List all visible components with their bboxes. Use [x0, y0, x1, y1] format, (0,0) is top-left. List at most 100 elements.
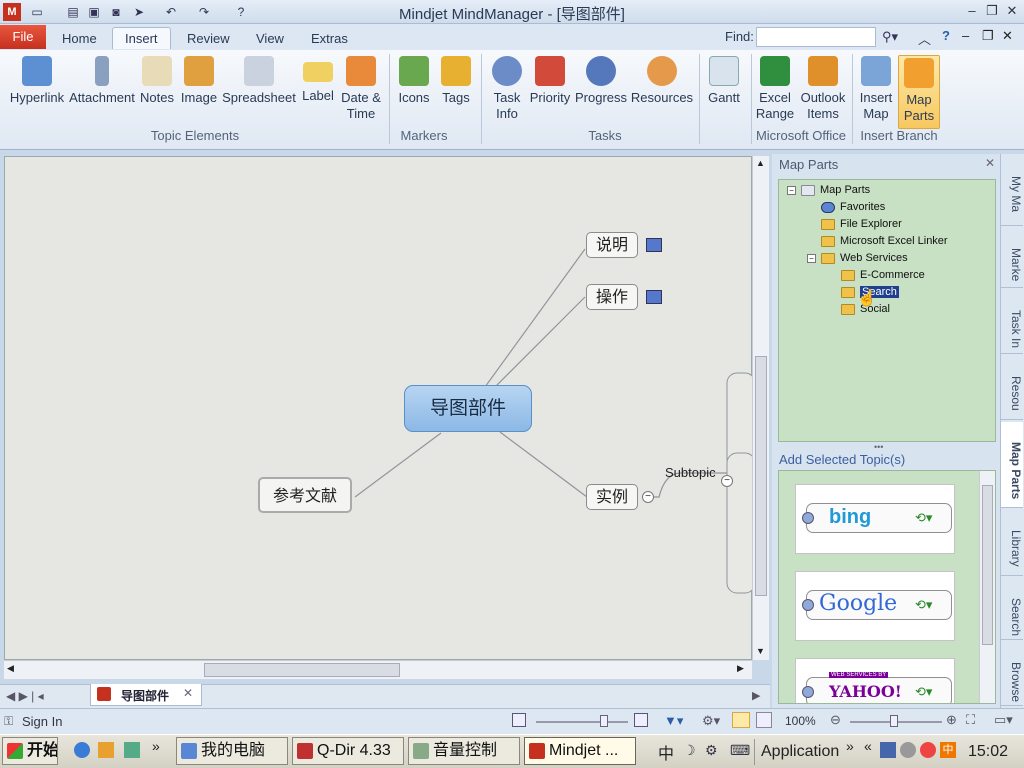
sheet-tab-daotu[interactable]: 导图部件 ✕	[90, 684, 202, 706]
note-icon[interactable]	[646, 238, 662, 252]
dock-tab-search[interactable]: Search	[1001, 578, 1023, 640]
tray-icon[interactable]	[900, 742, 916, 758]
icons-button[interactable]: Icons	[394, 54, 434, 132]
scroll-up-icon[interactable]: ▲	[756, 158, 765, 168]
progress-button[interactable]: Progress	[573, 54, 629, 132]
topic-shili[interactable]: 实例	[586, 484, 638, 510]
excel-range-button[interactable]: Excel Range	[754, 54, 796, 132]
quicklaunch-icon[interactable]	[124, 742, 140, 758]
tab-file[interactable]: File	[0, 25, 46, 49]
ime-tools-icon[interactable]: ⚙	[705, 742, 718, 759]
quicklaunch-icon[interactable]	[98, 742, 114, 758]
canvas-horizontal-scrollbar[interactable]: ◀ ▶	[4, 660, 752, 679]
spreadsheet-button[interactable]: Spreadsheet	[221, 54, 297, 132]
more-icon[interactable]: »	[152, 738, 160, 754]
canvas-vertical-scrollbar[interactable]: ▲ ▼	[752, 156, 769, 660]
dock-tab-library[interactable]: Library	[1001, 510, 1023, 576]
tree-item-web-services[interactable]: − Web Services	[807, 250, 908, 267]
ime-moon-icon[interactable]: ☽	[683, 742, 696, 759]
find-options-icon[interactable]: ⚲▾	[882, 29, 898, 45]
part-card-bing[interactable]: bing ⟲▾	[795, 484, 955, 554]
toolbar-more-icon[interactable]: »	[846, 738, 854, 754]
tab-view[interactable]: View	[244, 28, 296, 50]
sheet-nav-right-icon[interactable]: ▶	[752, 689, 760, 702]
part-card-google[interactable]: Google ⟲▾	[795, 571, 955, 641]
vertical-scroll-thumb[interactable]	[755, 356, 767, 596]
part-card-yahoo[interactable]: WEB SERVICES BY YAHOO! ⟲▾	[795, 658, 955, 703]
ime-tray-icon[interactable]: 中	[940, 742, 956, 758]
label-button[interactable]: Label	[298, 54, 338, 132]
notes-button[interactable]: Notes	[138, 54, 176, 132]
doc-minimize-icon[interactable]: –	[962, 28, 969, 43]
outline-view-icon[interactable]	[756, 712, 772, 728]
dock-tab-browser[interactable]: Browse	[1001, 642, 1023, 706]
dock-tab-resources[interactable]: Resou	[1001, 356, 1023, 420]
close-panel-icon[interactable]: ✕	[985, 156, 995, 170]
find-input[interactable]	[756, 27, 876, 47]
tab-home[interactable]: Home	[50, 28, 109, 50]
topic-cankao-wenxian[interactable]: 参考文献	[258, 477, 352, 513]
resources-button[interactable]: Resources	[630, 54, 694, 132]
map-parts-button[interactable]: Map Parts	[898, 55, 940, 129]
application-toolbar[interactable]: Application	[754, 739, 839, 765]
parts-gallery[interactable]: bing ⟲▾ Google ⟲▾ WEB SERVICES BY YAHOO!…	[778, 470, 996, 704]
insert-map-button[interactable]: Insert Map	[856, 54, 896, 132]
keyboard-icon[interactable]: ⌨	[730, 742, 750, 759]
taskbar-item-qdir[interactable]: Q-Dir 4.33	[292, 737, 404, 765]
subtopic-label[interactable]: Subtopic	[665, 465, 716, 480]
network-icon[interactable]	[880, 742, 896, 758]
layout-icon[interactable]: ⚙▾	[702, 713, 720, 729]
splitter-grip[interactable]: •••	[874, 442, 883, 452]
help-round-icon[interactable]: ?	[942, 28, 950, 43]
hyperlink-button[interactable]: Hyperlink	[8, 54, 66, 132]
tray-expand-icon[interactable]: «	[864, 738, 872, 754]
tree-item-file-explorer[interactable]: File Explorer	[821, 216, 902, 233]
tray-icon[interactable]	[920, 742, 936, 758]
close-sheet-icon[interactable]: ✕	[183, 686, 193, 700]
scroll-right-icon[interactable]: ▶	[737, 663, 744, 674]
tab-extras[interactable]: Extras	[299, 28, 360, 50]
taskbar-item-volume[interactable]: 音量控制	[408, 737, 520, 765]
note-icon[interactable]	[646, 290, 662, 304]
doc-close-icon[interactable]: ✕	[1002, 28, 1013, 44]
add-selected-topics-link[interactable]: Add Selected Topic(s)	[779, 452, 905, 467]
collapse-icon[interactable]: −	[807, 253, 816, 263]
tab-insert[interactable]: Insert	[112, 27, 171, 49]
dock-tab-my-maps[interactable]: My Ma	[1001, 156, 1023, 226]
expand-icon[interactable]	[634, 713, 648, 727]
collapse-icon[interactable]: −	[787, 185, 796, 195]
date-time-button[interactable]: Date & Time	[339, 54, 383, 132]
map-view-icon[interactable]	[732, 712, 750, 728]
restore-icon[interactable]: ❐	[982, 3, 1002, 19]
map-parts-tree[interactable]: − Map Parts Favorites File Explorer Micro…	[778, 179, 996, 442]
sheet-nav-icons[interactable]: ◀ ▶ | ◂	[6, 689, 44, 703]
topic-shuoming[interactable]: 说明	[586, 232, 638, 258]
close-icon[interactable]: ✕	[1002, 3, 1022, 19]
filter-icon[interactable]: ▼▾	[664, 713, 683, 729]
refresh-icon[interactable]: ⟲▾	[915, 510, 932, 526]
tags-button[interactable]: Tags	[436, 54, 476, 132]
outlook-items-button[interactable]: Outlook Items	[797, 54, 849, 132]
topic-caozuo[interactable]: 操作	[586, 284, 638, 310]
parts-scroll-thumb[interactable]	[982, 485, 993, 645]
scroll-down-icon[interactable]: ▼	[756, 646, 765, 656]
dock-tab-markers[interactable]: Marke	[1001, 228, 1023, 288]
tree-item-e-commerce[interactable]: E-Commerce	[841, 267, 925, 284]
minimize-icon[interactable]: –	[962, 3, 982, 19]
priority-button[interactable]: Priority	[528, 54, 572, 132]
ime-language[interactable]: 中	[658, 740, 674, 764]
taskbar-item-my-computer[interactable]: 我的电脑	[176, 737, 288, 765]
scroll-left-icon[interactable]: ◀	[7, 663, 14, 674]
gantt-button[interactable]: Gantt	[702, 54, 746, 132]
fit-screen-icon[interactable]: ⛶	[966, 712, 975, 728]
horizontal-scroll-thumb[interactable]	[204, 663, 400, 677]
tree-item-map-parts[interactable]: − Map Parts	[787, 182, 870, 199]
zoom-in-icon[interactable]: ⊕	[946, 712, 957, 728]
zoom-out-icon[interactable]: ⊖	[830, 712, 841, 728]
dock-tab-map-parts[interactable]: Map Parts	[1001, 422, 1023, 508]
panel-toggle-icon[interactable]: ▭▾	[994, 712, 1013, 728]
tree-item-favorites[interactable]: Favorites	[821, 199, 885, 216]
refresh-icon[interactable]: ⟲▾	[915, 597, 932, 613]
task-info-button[interactable]: Task Info	[486, 54, 528, 132]
image-button[interactable]: Image	[178, 54, 220, 132]
